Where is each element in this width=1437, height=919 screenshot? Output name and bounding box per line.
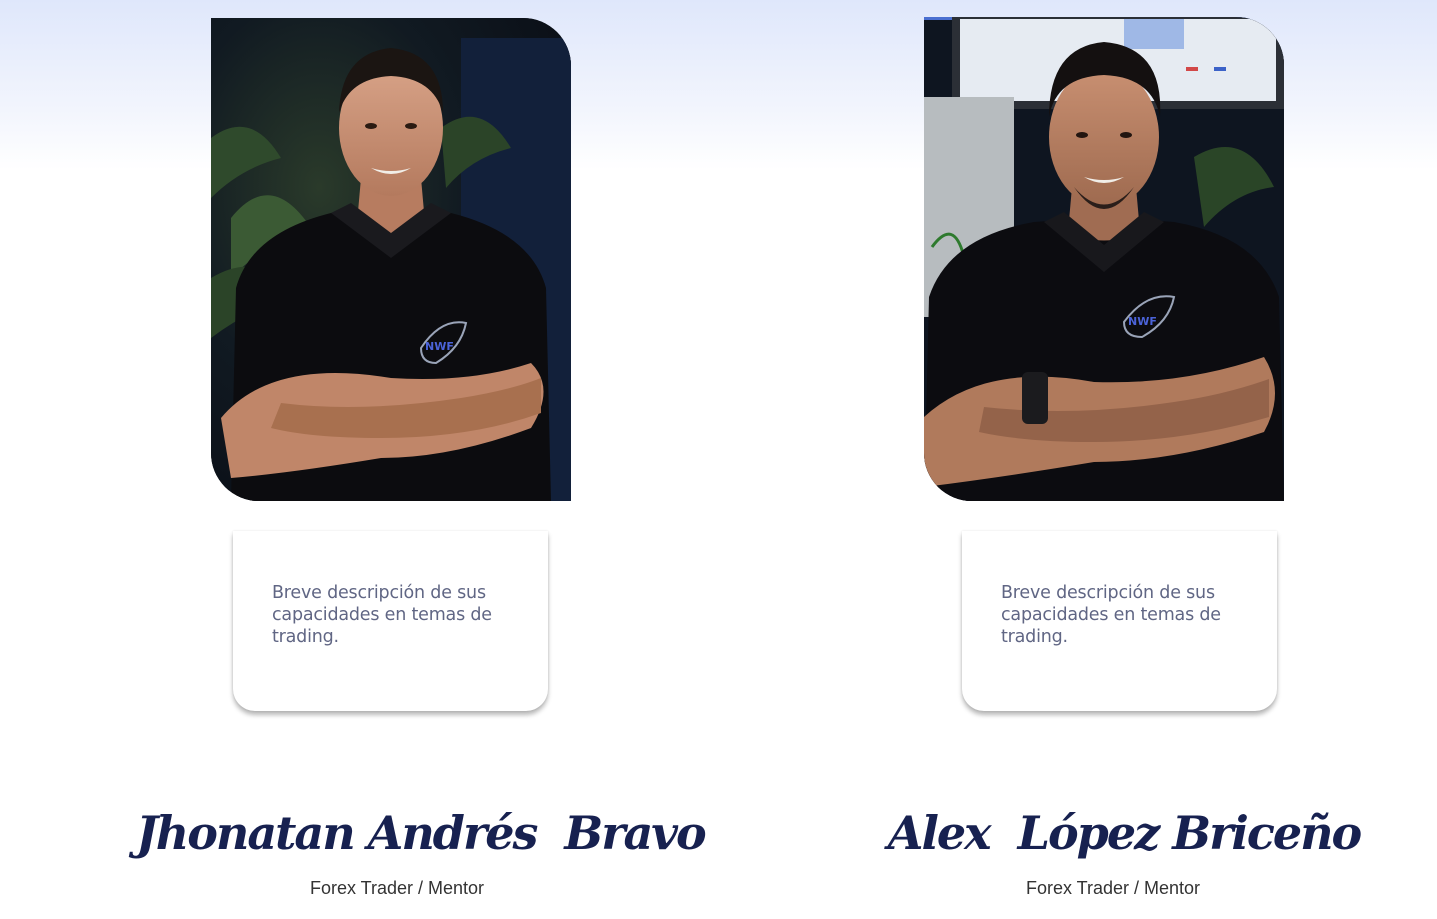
svg-text:NWF: NWF (1128, 315, 1157, 328)
mentor-name-1: Jhonatan Andrés Bravo (136, 806, 707, 860)
mentor-name-2: Alex López Briceño (887, 806, 1362, 860)
mentor-description-2: Breve descripción de sus capacidades en … (1001, 583, 1221, 647)
mentor-description-card-1: Breve descripción de sus capacidades en … (233, 531, 548, 711)
mentor-photo-2-image: NWF (924, 17, 1284, 501)
mentor-role-1: Forex Trader / Mentor (309, 878, 485, 898)
mentor-role-2: Forex Trader / Mentor (1025, 878, 1201, 898)
mentor-photo-1: NWF (211, 18, 571, 501)
mentor-description-card-2: Breve descripción de sus capacidades en … (962, 531, 1277, 711)
mentor-photo-2: NWF (924, 17, 1284, 501)
mentor-description-1: Breve descripción de sus capacidades en … (272, 583, 492, 647)
svg-text:NWF: NWF (425, 340, 454, 353)
mentor-photo-1-image: NWF (211, 18, 571, 501)
mentors-section: { "mentors": [ { "photo_alt": "Jhonatan … (0, 0, 1437, 919)
